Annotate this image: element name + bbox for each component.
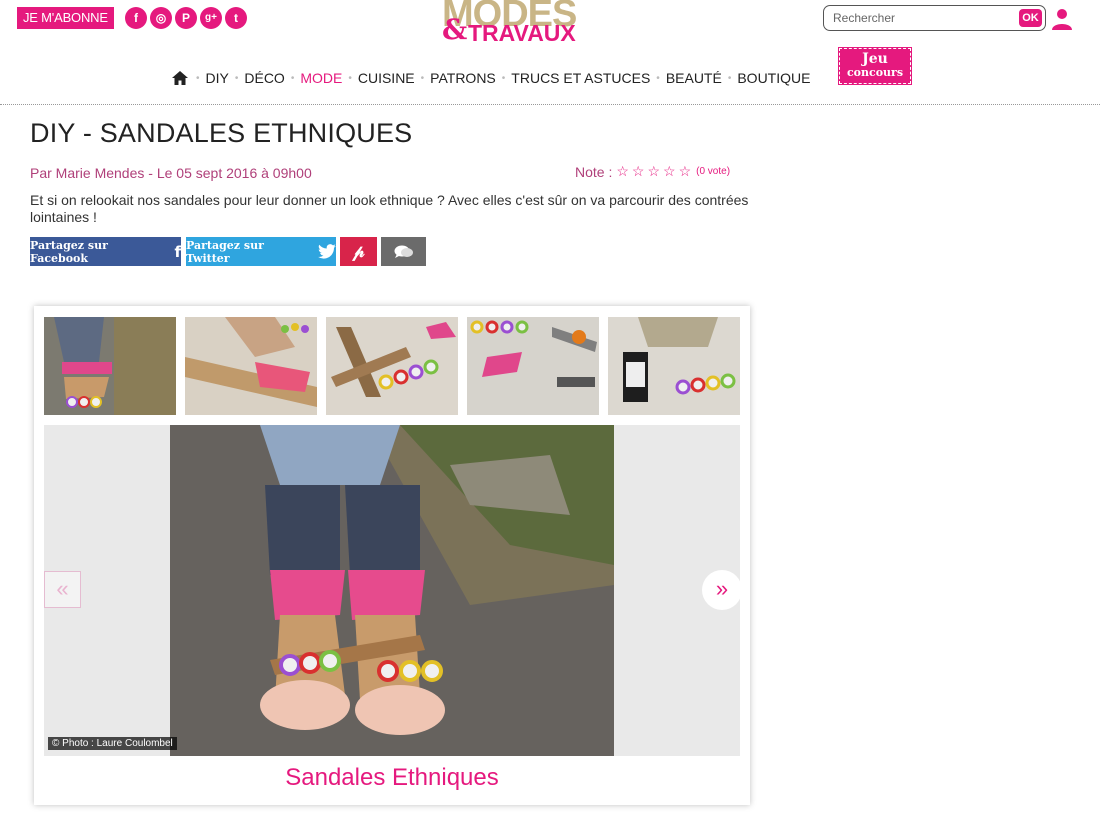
article-byline: Par Marie Mendes - Le 05 sept 2016 à 09h… — [30, 165, 312, 181]
contest-line2: concours — [846, 66, 904, 79]
nav-separator: • — [656, 72, 660, 84]
logo-text-travaux: TRAVAUX — [468, 20, 576, 46]
gallery-thumbnail[interactable] — [185, 317, 317, 415]
twitter-icon — [318, 244, 336, 259]
nav-separator: • — [727, 72, 732, 84]
search-form: OK — [823, 5, 1046, 31]
main-nav: • DIY • DÉCO • MODE • CUISINE • PATRONS … — [172, 68, 814, 88]
share-pinterest-button[interactable]: 𝓅 — [340, 237, 377, 266]
site-logo[interactable]: MODES & TRAVAUX — [442, 0, 634, 46]
logo-ampersand: & — [442, 13, 468, 46]
subscribe-button[interactable]: JE M'ABONNE — [17, 7, 114, 29]
nav-separator: • — [348, 72, 352, 84]
user-account-icon[interactable] — [1050, 7, 1074, 31]
gallery-next-button[interactable]: » — [702, 570, 742, 610]
rating-label: Note : — [575, 163, 613, 180]
search-submit-button[interactable]: OK — [1019, 9, 1042, 27]
nav-item-patrons[interactable]: PATRONS — [426, 70, 500, 86]
twitter-icon[interactable]: t — [225, 7, 247, 29]
share-facebook-label: Partagez sur Facebook — [30, 238, 108, 265]
nav-separator: • — [420, 72, 425, 84]
home-icon[interactable] — [172, 71, 188, 85]
nav-separator: • — [290, 72, 295, 84]
nav-item-trucs-et-astuces[interactable]: TRUCS ET ASTUCES — [507, 70, 654, 86]
gallery-main-slide: « » © Photo : Laure Coulombel — [44, 425, 742, 756]
gallery-thumbnail[interactable] — [608, 317, 740, 415]
share-twitter-button[interactable]: Partagez sur Twitter — [186, 237, 336, 266]
search-input[interactable] — [833, 9, 1013, 27]
contest-line1: Jeu — [862, 51, 888, 67]
nav-item-mode[interactable]: MODE — [296, 70, 346, 86]
nav-item-boutique[interactable]: BOUTIQUE — [733, 70, 814, 86]
nav-separator: • — [234, 72, 239, 84]
share-facebook-button[interactable]: Partagez sur Facebook f — [30, 237, 181, 266]
contest-badge[interactable]: Jeu concours — [838, 47, 912, 85]
photo-gallery: « » © Photo : Laure Coulombel Sandales E… — [34, 306, 750, 805]
facebook-icon: f — [174, 242, 181, 261]
gallery-thumbnail[interactable] — [467, 317, 599, 415]
share-twitter-label: Partagez sur Twitter — [186, 238, 264, 265]
photo-credit: © Photo : Laure Coulombel — [48, 737, 177, 750]
instagram-icon[interactable]: ◎ — [150, 7, 172, 29]
gallery-main-photo — [170, 425, 614, 756]
nav-separator: • — [501, 72, 506, 84]
pinterest-icon[interactable]: P — [175, 7, 197, 29]
facebook-icon[interactable]: f — [125, 7, 147, 29]
gallery-thumbnail[interactable] — [326, 317, 458, 415]
nav-item-beaute[interactable]: BEAUTÉ — [662, 70, 726, 86]
comments-icon — [394, 245, 413, 258]
comments-button[interactable] — [381, 237, 426, 266]
gallery-prev-button[interactable]: « — [44, 571, 81, 608]
nav-separator: • — [196, 72, 200, 84]
rating-votes: (0 vote) — [696, 166, 731, 177]
nav-item-cuisine[interactable]: CUISINE — [354, 70, 419, 86]
article-rating: Note : ☆☆☆☆☆ (0 vote) — [575, 163, 730, 180]
page-title: DIY - SANDALES ETHNIQUES — [30, 118, 413, 148]
rating-stars[interactable]: ☆☆☆☆☆ — [616, 163, 694, 180]
header-divider — [0, 104, 1100, 105]
google-plus-icon[interactable]: g+ — [200, 7, 222, 29]
article-intro: Et si on relookait nos sandales pour leu… — [30, 192, 749, 225]
gallery-thumbnail[interactable] — [44, 317, 176, 415]
nav-item-deco[interactable]: DÉCO — [240, 70, 288, 86]
gallery-caption: Sandales Ethniques — [285, 764, 499, 791]
nav-item-diy[interactable]: DIY — [202, 70, 233, 86]
pinterest-icon: 𝓅 — [352, 241, 365, 262]
